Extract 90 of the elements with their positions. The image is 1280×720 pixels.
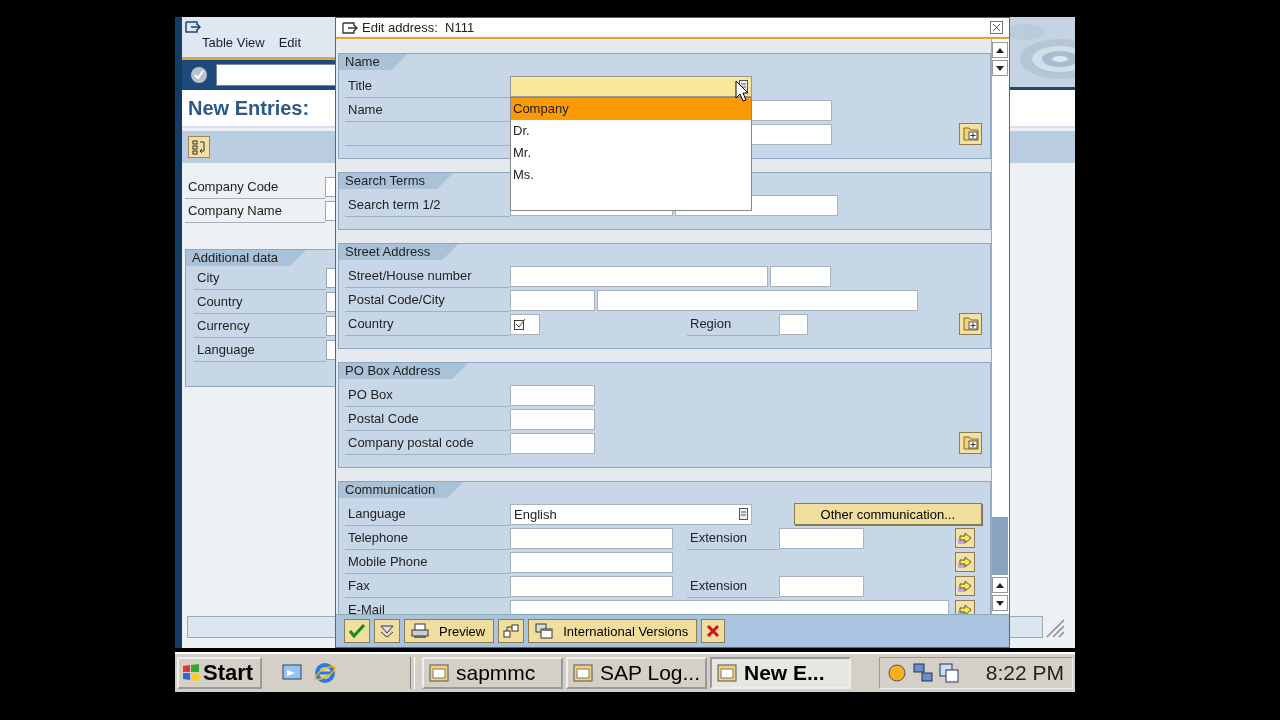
scroll-down-button[interactable]: [992, 595, 1008, 611]
toolbar-button[interactable]: [344, 619, 370, 643]
scroll-down-button[interactable]: [992, 60, 1008, 76]
tray-icon[interactable]: [885, 662, 908, 684]
input-field[interactable]: [510, 527, 673, 549]
toolbar-button[interactable]: [188, 136, 210, 158]
input-field[interactable]: [779, 313, 808, 335]
enter-icon[interactable]: [190, 66, 208, 84]
other-communication-button[interactable]: Other communication...: [793, 503, 982, 525]
up-arrow-icon: [996, 582, 1004, 588]
down-arrow-icon: [996, 600, 1004, 606]
details-button[interactable]: [959, 432, 982, 454]
details-button[interactable]: [959, 313, 982, 335]
window-menu-icon[interactable]: [185, 21, 201, 33]
menu-item[interactable]: Table View: [202, 35, 265, 50]
folder-icon: [962, 436, 979, 450]
transport-icon: [503, 623, 520, 639]
clock: 8:22 PM: [985, 661, 1064, 685]
input-field[interactable]: [510, 575, 673, 597]
input-field[interactable]: [779, 575, 864, 597]
input-field[interactable]: [510, 313, 540, 335]
windows-icon[interactable]: [937, 662, 960, 684]
close-button[interactable]: [990, 21, 1003, 34]
section-title: Name: [339, 54, 408, 70]
flag-icon: [181, 663, 201, 683]
input-field[interactable]: [510, 265, 768, 287]
input-field[interactable]: [510, 551, 673, 573]
dropdown-option[interactable]: Ms.: [511, 163, 751, 186]
taskbar-button[interactable]: New E...: [710, 657, 851, 689]
dropdown-option[interactable]: Mr.: [511, 141, 751, 164]
section-title: PO Box Address: [339, 363, 469, 379]
browser-icon[interactable]: [313, 661, 337, 685]
input-field[interactable]: [510, 384, 595, 406]
cancel-icon: [706, 624, 721, 638]
scroll-up-button[interactable]: [992, 42, 1008, 58]
section-title: Communication: [339, 482, 464, 498]
field-label: Search term 1/2: [345, 194, 510, 217]
select-field[interactable]: [510, 75, 752, 97]
toolbar-button[interactable]: [374, 619, 400, 643]
group-title: Additional data: [186, 250, 306, 266]
input-field[interactable]: [510, 289, 595, 311]
dropdown-icon: [739, 508, 748, 520]
arrow-button[interactable]: [955, 528, 975, 548]
toolbar-button[interactable]: [701, 619, 726, 643]
window-icon: [428, 662, 450, 684]
check-icon: [349, 624, 365, 638]
printer-icon: [411, 623, 429, 639]
input-field[interactable]: [510, 432, 595, 454]
folder-icon: [962, 317, 979, 331]
arrow-icon: [958, 604, 972, 614]
scroll-thumb[interactable]: [992, 517, 1008, 575]
start-button[interactable]: Start: [177, 657, 262, 689]
dialog-title: Edit address: N111: [362, 20, 475, 35]
section-title: Street Address: [339, 244, 459, 260]
toolbar-button[interactable]: Preview: [404, 619, 495, 643]
input-field[interactable]: [597, 289, 918, 311]
scrollbar[interactable]: [991, 39, 1009, 614]
arrow-button[interactable]: [955, 600, 975, 614]
arrow-icon: [958, 556, 972, 568]
input-field[interactable]: [510, 599, 949, 614]
input-field[interactable]: [779, 527, 864, 549]
list-icon: [192, 139, 206, 155]
input-field[interactable]: [770, 265, 831, 287]
network-icon[interactable]: [911, 662, 934, 684]
taskbar-button[interactable]: SAP Log...: [566, 657, 707, 689]
section-title: Search Terms: [339, 173, 453, 189]
select-field[interactable]: English: [510, 503, 752, 525]
dropdown-option[interactable]: Company: [511, 97, 751, 120]
check-icon: [514, 318, 526, 330]
field-label: Name: [345, 99, 510, 122]
triangle-icon: [379, 624, 395, 638]
arrow-icon: [958, 580, 972, 592]
arrow-icon: [958, 532, 972, 544]
window-icon: [716, 662, 738, 684]
input-field[interactable]: [510, 408, 595, 430]
arrow-button[interactable]: [955, 576, 975, 596]
taskbar-button[interactable]: sapmmc: [422, 657, 563, 689]
folder-icon: [962, 127, 979, 141]
window-menu-icon[interactable]: [342, 21, 358, 34]
up-arrow-icon: [996, 47, 1004, 53]
toolbar-button[interactable]: [498, 619, 525, 643]
close-icon: [992, 23, 1001, 32]
details-button[interactable]: [959, 123, 982, 145]
down-arrow-icon: [996, 65, 1004, 71]
scroll-up-button[interactable]: [992, 577, 1008, 593]
toolbar-button[interactable]: International Versions: [528, 619, 698, 643]
menu-item[interactable]: Edit: [278, 35, 302, 50]
window-icon: [572, 662, 594, 684]
windows-icon: [535, 623, 554, 639]
arrow-button[interactable]: [955, 552, 975, 572]
